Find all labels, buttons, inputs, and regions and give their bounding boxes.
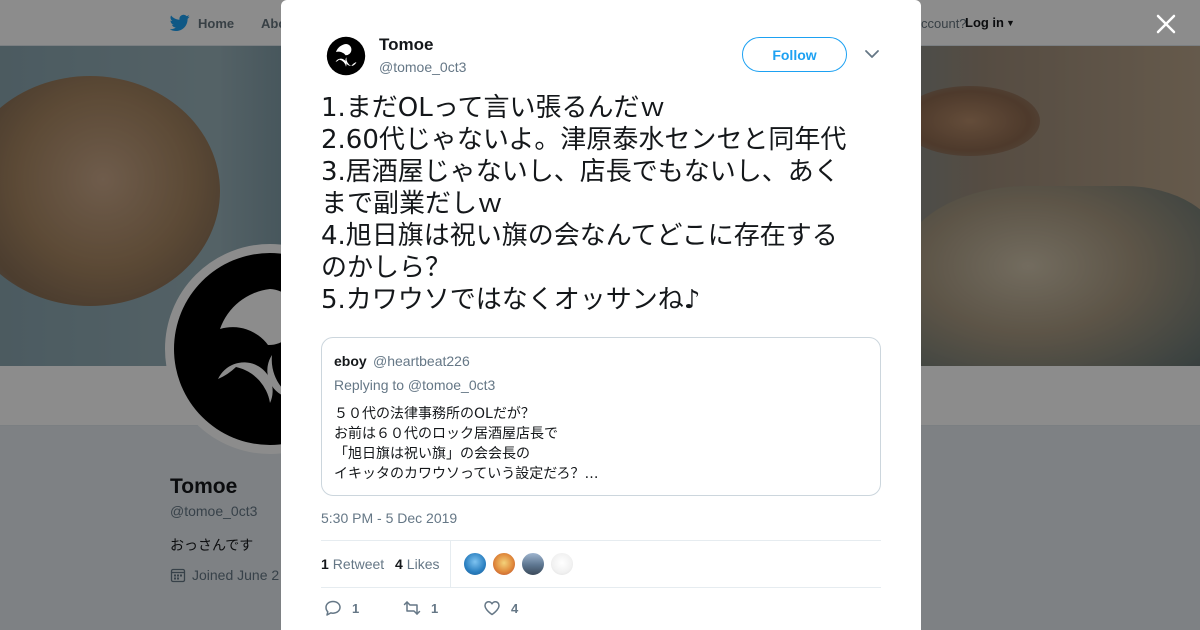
quoted-line: イキッタのカワウソっていう設定だろ？… <box>334 466 599 482</box>
like-action[interactable]: 4 <box>483 599 518 617</box>
retweet-stat-label: Retweet <box>332 556 385 572</box>
tweet-line: 1.まだOLって言い張るんだｗ <box>321 93 666 123</box>
reply-action[interactable]: 1 <box>324 599 359 617</box>
retweet-icon <box>403 601 421 615</box>
retweet-action[interactable]: 1 <box>403 599 438 617</box>
tweet-stats: 1 Retweet 4 Likes <box>321 540 881 588</box>
reply-icon <box>325 600 341 616</box>
likes-stat-count: 4 <box>395 556 403 572</box>
quoted-author-handle: @heartbeat226 <box>373 353 470 369</box>
tweet-line: まで副業だしｗ <box>321 189 504 219</box>
tweet-timestamp[interactable]: 5:30 PM - 5 Dec 2019 <box>321 510 457 526</box>
tweet-line: 4.旭日旗は祝い旗の会なんてどこに存在する <box>321 221 838 251</box>
liker-avatar[interactable] <box>521 552 545 576</box>
tweet-line: のかしら？ <box>321 253 452 283</box>
follow-button[interactable]: Follow <box>742 37 847 72</box>
liker-avatar[interactable] <box>492 552 516 576</box>
heart-icon <box>484 601 500 616</box>
retweet-stat[interactable]: 1 Retweet <box>321 556 384 572</box>
quoted-line: 「旭日旗は祝い旗」の会会長の <box>334 446 530 462</box>
quoted-line: お前は６０代のロック居酒屋店長で <box>334 426 558 442</box>
likes-stat-label: Likes <box>406 556 440 572</box>
liker-avatar[interactable] <box>550 552 574 576</box>
quoted-line: ５０代の法律事務所のOLだが？ <box>334 406 535 422</box>
retweet-count: 1 <box>431 600 439 616</box>
like-count: 4 <box>511 600 519 616</box>
tweet-actions: 1 1 4 <box>321 597 881 621</box>
liker-avatar[interactable] <box>463 552 487 576</box>
quoted-author-name: eboy <box>334 353 367 369</box>
author-name[interactable]: Tomoe <box>379 35 433 55</box>
likes-stat[interactable]: 4 Likes <box>395 556 439 572</box>
liker-avatars <box>463 552 574 576</box>
close-icon[interactable] <box>1155 13 1177 35</box>
chevron-down-icon[interactable] <box>864 47 880 61</box>
tweet-line: 5.カワウソではなくオッサンね♪ <box>321 285 701 315</box>
quoted-replying-to: Replying to @tomoe_0ct3 <box>334 377 496 393</box>
stats-divider <box>450 541 451 588</box>
author-handle[interactable]: @tomoe_0ct3 <box>379 59 466 75</box>
quoted-text: ５０代の法律事務所のOLだが？ お前は６０代のロック居酒屋店長で 「旭日旗は祝い… <box>334 404 864 484</box>
tweet-line: 3.居酒屋じゃないし、店長でもないし、あく <box>321 157 840 187</box>
retweet-stat-count: 1 <box>321 556 329 572</box>
tweet-text: 1.まだOLって言い張るんだｗ 2.60代じゃないよ。津原泰水センセと同年代 3… <box>321 92 886 316</box>
quoted-tweet[interactable]: eboy @heartbeat226 Replying to @tomoe_0c… <box>321 337 881 496</box>
tweet-modal: Tomoe @tomoe_0ct3 Follow 1.まだOLって言い張るんだｗ… <box>281 0 921 630</box>
author-avatar[interactable] <box>326 36 366 76</box>
tweet-line: 2.60代じゃないよ。津原泰水センセと同年代 <box>321 125 847 155</box>
reply-count: 1 <box>352 600 360 616</box>
